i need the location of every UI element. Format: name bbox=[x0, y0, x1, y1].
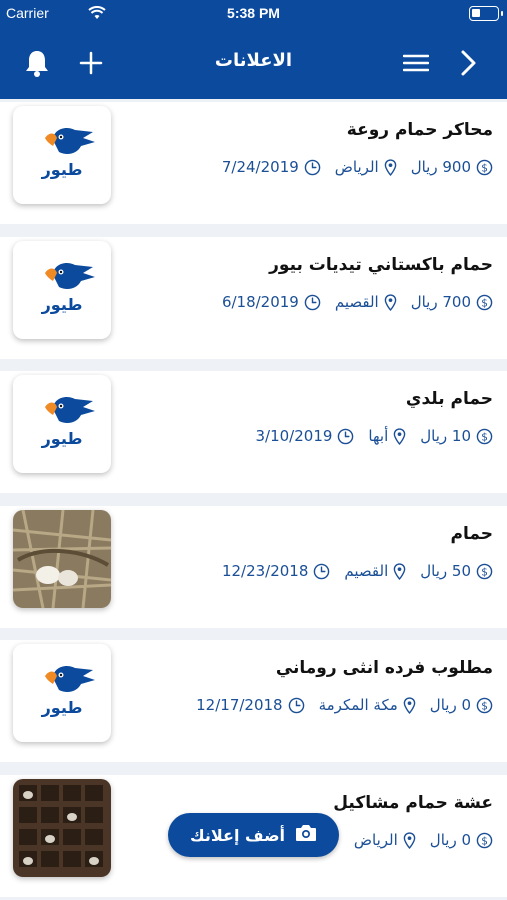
svg-text:$: $ bbox=[481, 162, 488, 174]
ad-price: $700 ريال bbox=[411, 293, 493, 311]
ad-thumbnail-logo[interactable]: طيور bbox=[13, 241, 111, 339]
ad-location: مكة المكرمة bbox=[319, 696, 416, 714]
top-bar: Carrier 5:38 PM الاعلانات bbox=[0, 0, 507, 99]
logo-text: طيور bbox=[41, 295, 83, 314]
ad-price-text: 0 ريال bbox=[429, 831, 471, 849]
ad-title: مطلوب فرده انثى روماني bbox=[275, 658, 493, 678]
ad-date: 12/23/2018 bbox=[222, 562, 330, 580]
ad-date-text: 7/24/2019 bbox=[221, 158, 299, 176]
price-icon: $ bbox=[476, 832, 493, 849]
ads-list[interactable]: طيور محاكر حمام روعة $900 ريال الرياض 7/24/2… bbox=[0, 99, 507, 900]
ad-thumbnail-logo[interactable]: طيور bbox=[13, 375, 111, 473]
ad-meta: $0 ريال الرياض bbox=[354, 831, 493, 849]
battery-icon bbox=[469, 6, 503, 21]
ad-date-text: 6/18/2019 bbox=[221, 293, 299, 311]
ad-date: 7/24/2019 bbox=[222, 158, 321, 176]
price-icon: $ bbox=[476, 697, 493, 714]
ad-meta: $0 ريال مكة المكرمة 12/17/2018 bbox=[196, 696, 493, 714]
ad-title: حمام بلدي bbox=[405, 389, 493, 409]
ad-price-text: 0 ريال bbox=[429, 696, 471, 714]
ad-date: 6/18/2019 bbox=[222, 293, 321, 311]
location-pin-icon bbox=[393, 562, 406, 580]
ad-location-text: القصيم bbox=[344, 562, 389, 580]
ad-price-text: 900 ريال bbox=[410, 158, 471, 176]
clock-icon bbox=[288, 697, 305, 714]
forward-button[interactable] bbox=[451, 45, 487, 81]
logo-text: طيور bbox=[41, 429, 83, 448]
clock-icon bbox=[304, 294, 321, 311]
svg-text:$: $ bbox=[481, 297, 488, 309]
ad-location-text: مكة المكرمة bbox=[318, 696, 398, 714]
ad-location: القصيم bbox=[344, 562, 406, 580]
ad-price-text: 50 ريال bbox=[420, 562, 471, 580]
ad-location-text: الرياض bbox=[353, 831, 398, 849]
svg-text:$: $ bbox=[481, 566, 488, 578]
status-bar: Carrier 5:38 PM bbox=[0, 0, 507, 28]
ad-card[interactable]: طيور مطلوب فرده انثى روماني $0 ريال مكة الم… bbox=[0, 640, 507, 762]
price-icon: $ bbox=[476, 428, 493, 445]
ad-card[interactable]: طيور حمام بلدي $10 ريال أبها 3/10/2019 bbox=[0, 371, 507, 493]
menu-button[interactable] bbox=[398, 45, 434, 81]
ad-date-text: 3/10/2019 bbox=[255, 427, 333, 445]
ad-location-text: أبها bbox=[368, 427, 389, 445]
ad-card[interactable]: طيور محاكر حمام روعة $900 ريال الرياض 7/24/2… bbox=[0, 102, 507, 224]
ad-location: الرياض bbox=[354, 831, 416, 849]
ad-card[interactable]: طيور حمام باكستاني تيديات بيور $700 ريال ال… bbox=[0, 237, 507, 359]
price-icon: $ bbox=[476, 563, 493, 580]
ad-thumbnail-photo[interactable] bbox=[13, 510, 111, 608]
ad-title: محاكر حمام روعة bbox=[346, 120, 493, 140]
ad-location: أبها bbox=[368, 427, 406, 445]
camera-icon bbox=[295, 824, 317, 846]
ad-title: عشة حمام مشاكيل bbox=[333, 793, 493, 813]
menu-icon bbox=[403, 54, 429, 72]
ad-location: القصيم bbox=[335, 293, 397, 311]
ad-location-text: الرياض bbox=[334, 158, 379, 176]
ad-meta: $700 ريال القصيم 6/18/2019 bbox=[222, 293, 493, 311]
clock: 5:38 PM bbox=[227, 5, 280, 21]
ad-date-text: 12/17/2018 bbox=[196, 696, 283, 714]
location-pin-icon bbox=[384, 293, 397, 311]
ad-date: 3/10/2019 bbox=[256, 427, 355, 445]
ad-title: حمام bbox=[450, 524, 494, 544]
ad-price-text: 700 ريال bbox=[410, 293, 471, 311]
ad-location: الرياض bbox=[335, 158, 397, 176]
logo-text: طيور bbox=[41, 160, 83, 179]
ad-price: $0 ريال bbox=[430, 831, 493, 849]
location-pin-icon bbox=[384, 158, 397, 176]
ad-price: $900 ريال bbox=[411, 158, 493, 176]
logo-text: طيور bbox=[41, 698, 83, 717]
clock-icon bbox=[304, 159, 321, 176]
location-pin-icon bbox=[403, 831, 416, 849]
ad-meta: $10 ريال أبها 3/10/2019 bbox=[256, 427, 494, 445]
ad-price-text: 10 ريال bbox=[420, 427, 471, 445]
nav-bar: الاعلانات bbox=[0, 30, 507, 95]
add-ad-label: أضف إعلانك bbox=[189, 825, 286, 845]
ad-location-text: القصيم bbox=[334, 293, 379, 311]
location-pin-icon bbox=[403, 696, 416, 714]
ad-meta: $900 ريال الرياض 7/24/2019 bbox=[222, 158, 493, 176]
ad-price: $50 ريال bbox=[420, 562, 493, 580]
ad-date: 12/17/2018 bbox=[196, 696, 304, 714]
ad-thumbnail-photo[interactable] bbox=[13, 779, 111, 877]
add-ad-button[interactable]: أضف إعلانك bbox=[168, 813, 339, 857]
svg-text:$: $ bbox=[481, 835, 488, 847]
ad-price: $10 ريال bbox=[420, 427, 493, 445]
ad-thumbnail-logo[interactable]: طيور bbox=[13, 106, 111, 204]
ad-date-text: 12/23/2018 bbox=[221, 562, 309, 580]
ad-card[interactable]: حمام $50 ريال القصيم 12/23/2018 bbox=[0, 506, 507, 628]
svg-text:$: $ bbox=[481, 700, 488, 712]
svg-text:$: $ bbox=[481, 431, 488, 443]
ad-price: $0 ريال bbox=[430, 696, 493, 714]
price-icon: $ bbox=[476, 294, 493, 311]
clock-icon bbox=[313, 563, 330, 580]
ad-meta: $50 ريال القصيم 12/23/2018 bbox=[222, 562, 493, 580]
price-icon: $ bbox=[476, 159, 493, 176]
clock-icon bbox=[337, 428, 354, 445]
location-pin-icon bbox=[393, 427, 406, 445]
chevron-right-icon bbox=[461, 50, 476, 76]
ad-thumbnail-logo[interactable]: طيور bbox=[13, 644, 111, 742]
ad-title: حمام باكستاني تيديات بيور bbox=[269, 255, 493, 275]
